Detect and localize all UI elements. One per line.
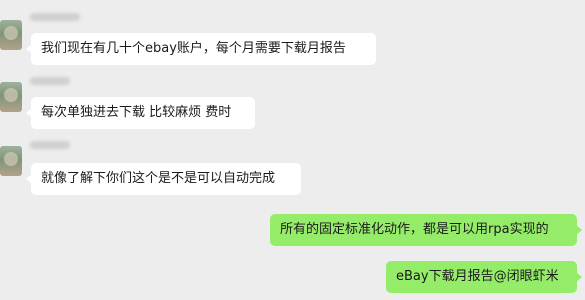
message-bubble-sent[interactable]: eBay下载月报告@闭眼虾米 [386,261,582,293]
sender-name-blurred [30,13,80,21]
sender-avatar[interactable] [0,20,22,50]
sender-name-blurred [30,77,70,85]
message-bubble-sent[interactable]: 所有的固定标准化动作，都是可以用rpa实现的 [270,214,582,246]
message-text: 就像了解下你们这个是不是可以自动完成 [41,171,276,186]
sender-name-blurred [30,141,70,149]
message-text: 我们现在有几十个ebay账户，每个月需要下载月报告 [41,41,346,56]
message-bubble[interactable]: 我们现在有几十个ebay账户，每个月需要下载月报告 [26,33,376,65]
message-bubble[interactable]: 就像了解下你们这个是不是可以自动完成 [26,163,301,195]
message-bubble[interactable]: 每次单独进去下载 比较麻烦 费时 [26,97,255,129]
sender-avatar[interactable] [0,82,22,112]
message-text: eBay下载月报告@闭眼虾米 [396,269,559,284]
message-text: 每次单独进去下载 比较麻烦 费时 [41,105,232,120]
chat-window: 我们现在有几十个ebay账户，每个月需要下载月报告 每次单独进去下载 比较麻烦 … [0,0,585,300]
message-text: 所有的固定标准化动作，都是可以用rpa实现的 [280,222,549,237]
sender-avatar[interactable] [0,146,22,176]
